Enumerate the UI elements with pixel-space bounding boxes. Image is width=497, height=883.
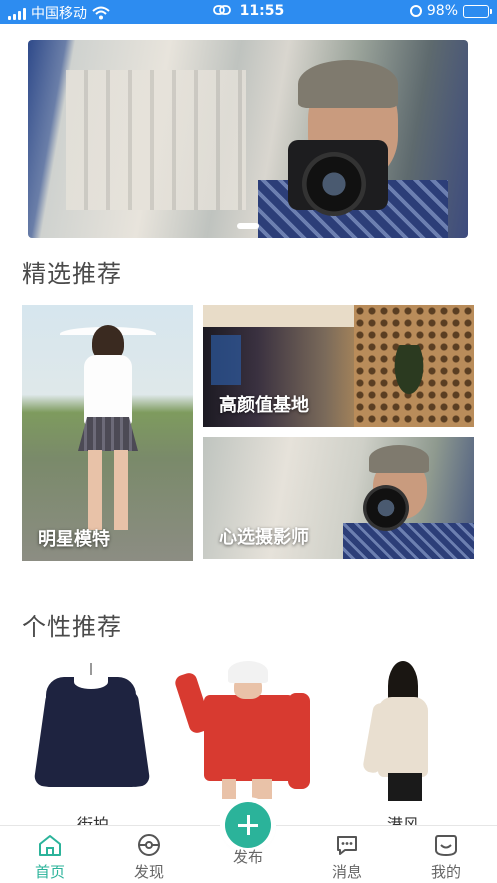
featured-tile-label: 明星模特 (38, 529, 110, 550)
banner-carousel[interactable] (28, 40, 468, 238)
tab-messages[interactable]: 消息 (317, 832, 377, 882)
tab-home[interactable]: 首页 (20, 832, 80, 882)
featured-tile-label: 心选摄影师 (219, 527, 309, 548)
tab-label: 发现 (133, 863, 164, 881)
battery-icon (463, 4, 492, 18)
tab-label: 消息 (331, 863, 362, 881)
status-right: 98% (409, 3, 492, 19)
publish-button[interactable] (225, 802, 271, 848)
tab-publish[interactable]: 发布 (218, 846, 278, 867)
compass-icon (138, 834, 160, 856)
featured-tile-models[interactable]: 明星模特 (22, 305, 193, 561)
rotation-lock-icon (409, 5, 422, 17)
tab-label: 首页 (34, 863, 65, 881)
personal-item-street[interactable]: 街拍 (18, 655, 168, 834)
battery-percent: 98% (426, 3, 458, 19)
home-icon (39, 835, 61, 856)
personal-item-red-sweater[interactable] (173, 655, 328, 815)
featured-tile-label: 高颜值基地 (219, 395, 309, 416)
carousel-indicator[interactable] (237, 223, 259, 229)
section-title-featured: 精选推荐 (22, 260, 122, 288)
personal-item-hk-style[interactable]: 港风 (328, 655, 478, 834)
clock: 11:55 (239, 3, 285, 19)
tab-discover[interactable]: 发现 (119, 832, 179, 882)
section-title-personal: 个性推荐 (22, 613, 122, 641)
tab-label: 我的 (430, 863, 461, 881)
featured-tile-photographers[interactable]: 心选摄影师 (203, 437, 474, 559)
status-bar: 中国移动 11:55 98% (0, 0, 497, 24)
banner-background (66, 70, 246, 210)
chat-icon (337, 836, 357, 855)
featured-tile-venues[interactable]: 高颜值基地 (203, 305, 474, 427)
bottom-tab-bar: 首页 发现 发布 消息 我的 (0, 802, 497, 883)
link-icon (212, 5, 231, 15)
tab-label: 发布 (232, 848, 263, 866)
smile-icon (435, 835, 457, 857)
banner-image-photographer (258, 60, 448, 238)
tab-mine[interactable]: 我的 (416, 832, 476, 882)
